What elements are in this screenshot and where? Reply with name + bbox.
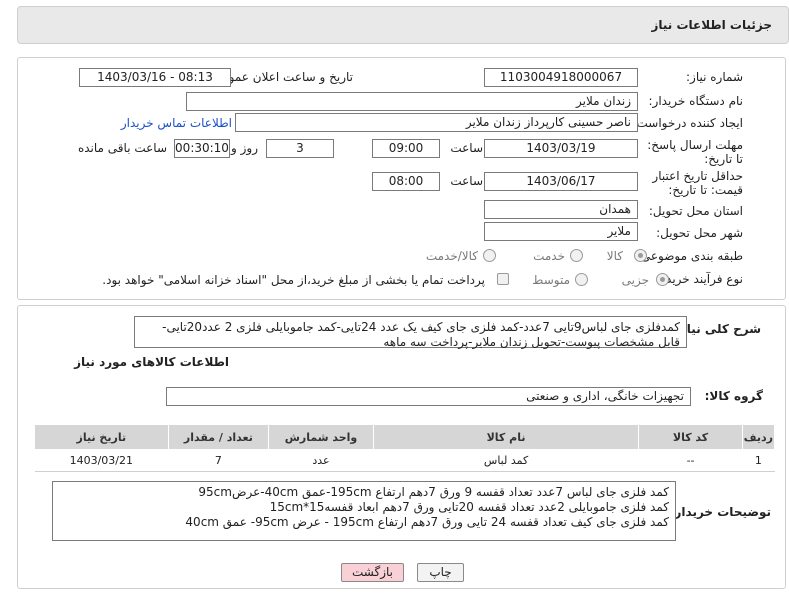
validity-date-field: 1403/06/17	[484, 172, 638, 191]
goods-group-field: تجهیزات خانگی، اداری و صنعتی	[166, 387, 691, 406]
buyer-desc-line: کمد فلزی جاموبایلی 2عدد تعداد قفسه 20تای…	[269, 500, 669, 514]
validity-label: حداقل تاریخ اعتبار قیمت: تا تاریخ:	[652, 169, 743, 197]
reply-date-field: 1403/03/19	[484, 139, 638, 158]
buyer-org-field: زندان ملایر	[186, 92, 638, 111]
creator-field: ناصر حسینی کارپرداز زندان ملایر	[235, 113, 638, 132]
reply-deadline-label: مهلت ارسال پاسخ: تا تاریخ:	[647, 138, 743, 166]
validity-time-label: ساعت	[450, 174, 483, 188]
province-field: همدان	[484, 200, 638, 219]
col-code: کد کالا	[638, 424, 743, 450]
purchase-type-label: نوع فرآیند خرید :	[658, 272, 743, 286]
back-button[interactable]: بازگشت	[341, 563, 404, 582]
print-button[interactable]: چاپ	[417, 563, 464, 582]
remaining-label: ساعت باقی مانده	[77, 141, 167, 155]
need-number-field: 1103004918000067	[484, 68, 638, 87]
summary-text: کمدفلزی جای لباس9تایی 7عدد-کمد فلزی جای …	[134, 316, 687, 349]
buyer-desc-text: کمد فلزی جای لباس 7عدد تعداد قفسه 9 ورق …	[52, 481, 676, 541]
buyer-desc-line: کمد فلزی جای لباس 7عدد تعداد قفسه 9 ورق …	[198, 485, 669, 499]
panel-header: جزئیات اطلاعات نیاز	[17, 6, 789, 44]
cell-name: کمد لباس	[373, 449, 639, 472]
category-both-radio[interactable]	[483, 249, 496, 262]
reply-time-label: ساعت	[450, 141, 483, 155]
category-both-label: کالا/خدمت	[425, 249, 478, 263]
buyer-org-label: نام دستگاه خریدار:	[648, 94, 744, 108]
validity-time-field: 08:00	[372, 172, 440, 191]
purchase-minor-label: جزیی	[621, 273, 649, 287]
category-label: طبقه بندی موضوعی:	[636, 249, 743, 263]
cell-row: 1	[742, 449, 775, 472]
col-unit: واحد شمارش	[268, 424, 374, 450]
remaining-field: 00:30:10	[174, 139, 230, 158]
treasury-note: پرداخت تمام یا بخشی از مبلغ خرید،از محل …	[102, 273, 485, 287]
cell-date: 1403/03/21	[34, 449, 169, 472]
need-number-label: شماره نیاز:	[686, 70, 743, 84]
category-goods-radio[interactable]	[634, 249, 647, 262]
category-goods-label: کالا	[606, 249, 623, 263]
treasury-checkbox[interactable]	[497, 273, 509, 285]
contact-buyer-link[interactable]: اطلاعات تماس خریدار	[121, 116, 232, 130]
buyer-desc-label: توضیحات خریدار:	[669, 505, 771, 519]
province-label: استان محل تحویل:	[648, 204, 743, 218]
category-service-radio[interactable]	[570, 249, 583, 262]
col-qty: تعداد / مقدار	[167, 424, 270, 450]
purchase-medium-radio[interactable]	[575, 273, 588, 286]
goods-table: ردیف کد کالا نام کالا واحد شمارش تعداد /…	[34, 424, 776, 472]
reply-time-field: 09:00	[372, 139, 440, 158]
announce-field: 1403/03/16 - 08:13	[79, 68, 231, 87]
city-field: ملایر	[484, 222, 638, 241]
city-label: شهر محل تحویل:	[656, 226, 743, 240]
goods-section-title: اطلاعات کالاهای مورد نیاز	[74, 355, 229, 369]
table-row: 1 -- کمد لباس عدد 7 1403/03/21	[34, 449, 775, 472]
col-name: نام کالا	[372, 424, 640, 450]
days-field: 3	[266, 139, 334, 158]
cell-unit: عدد	[268, 449, 374, 472]
col-date: تاریخ نیاز	[34, 424, 169, 450]
purchase-medium-label: متوسط	[532, 273, 570, 287]
table-header-row: ردیف کد کالا نام کالا واحد شمارش تعداد /…	[34, 424, 776, 450]
cell-qty: 7	[168, 449, 269, 472]
col-row: ردیف	[741, 424, 776, 450]
buyer-desc-line: کمد فلزی جای کیف تعداد قفسه 24 تایی ورق …	[185, 515, 669, 529]
summary-label: شرح کلی نیاز:	[675, 322, 761, 336]
days-label: روز و	[231, 141, 258, 155]
creator-label: ایجاد کننده درخواست:	[632, 116, 743, 130]
category-service-label: خدمت	[533, 249, 565, 263]
purchase-minor-radio[interactable]	[656, 273, 669, 286]
goods-group-label: گروه کالا:	[704, 389, 763, 403]
cell-code: --	[638, 449, 743, 472]
page-title: جزئیات اطلاعات نیاز	[651, 18, 772, 32]
